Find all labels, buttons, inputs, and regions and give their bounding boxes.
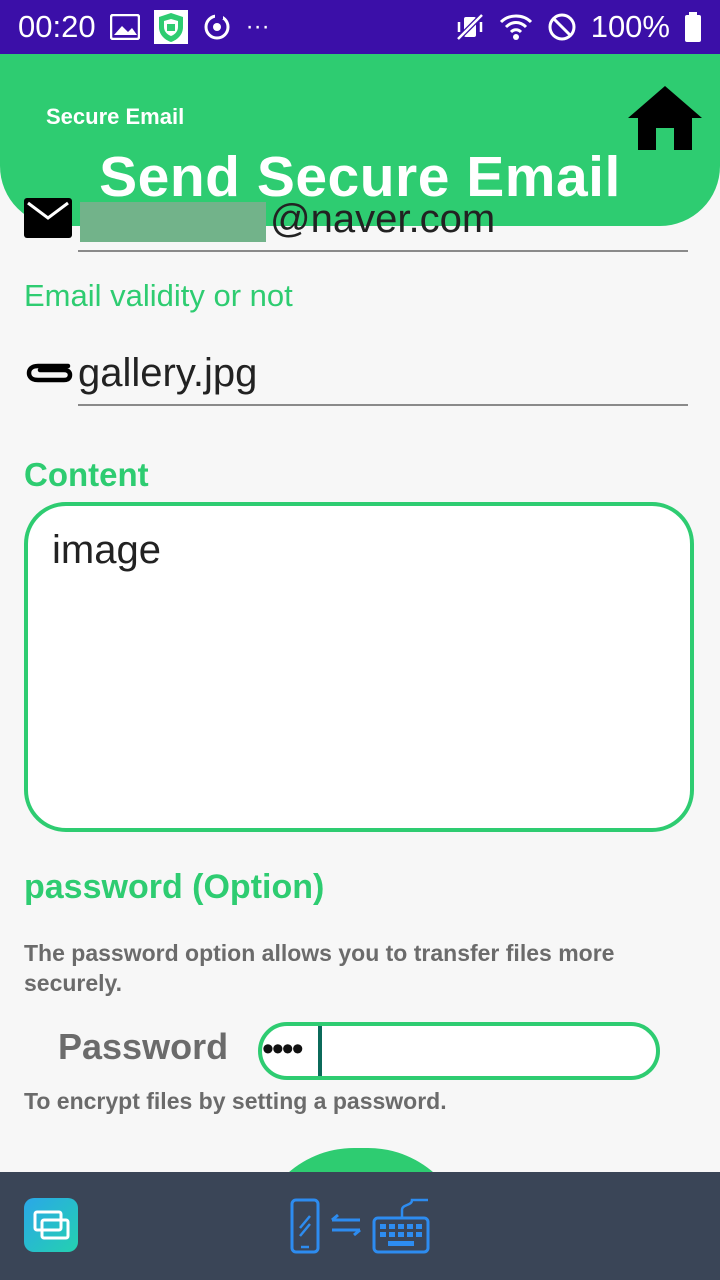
email-validity-text: Email validity or not	[24, 278, 293, 313]
attachment-row: gallery.jpg	[24, 340, 688, 408]
password-input[interactable]: ••••	[258, 1022, 660, 1080]
battery-icon	[684, 12, 702, 42]
more-notifications-indicator: ···	[245, 13, 270, 40]
screen-mirror-app-icon[interactable]	[24, 1198, 78, 1252]
text-cursor	[318, 1026, 322, 1076]
page-title: Send Secure Email	[99, 145, 621, 209]
content-textarea[interactable]: image	[24, 502, 694, 832]
block-icon	[547, 12, 577, 42]
sync-icon	[202, 12, 232, 42]
status-bar: 00:20 ··· 100%	[0, 0, 720, 54]
wifi-icon	[499, 12, 533, 42]
status-time: 00:20	[18, 9, 96, 44]
mute-vibrate-icon	[455, 12, 485, 42]
password-field-label: Password	[58, 1026, 229, 1067]
shield-app-icon	[153, 10, 188, 44]
image-icon	[109, 14, 140, 40]
battery-percent: 100%	[590, 9, 670, 44]
app-title: Secure Email	[46, 104, 185, 129]
attachment-input[interactable]: gallery.jpg	[78, 340, 688, 406]
phone-keyboard-transfer-icon[interactable]	[288, 1196, 432, 1256]
home-button[interactable]	[626, 84, 704, 152]
home-icon	[628, 86, 702, 150]
paperclip-icon[interactable]	[24, 356, 74, 390]
password-masked-value: ••••	[262, 1030, 304, 1068]
password-hint: To encrypt files by setting a password.	[24, 1088, 447, 1114]
bottom-taskbar	[0, 1172, 720, 1280]
password-option-label: password (Option)	[24, 868, 325, 906]
password-description: The password option allows you to transf…	[24, 940, 615, 996]
content-label: Content	[24, 456, 149, 493]
